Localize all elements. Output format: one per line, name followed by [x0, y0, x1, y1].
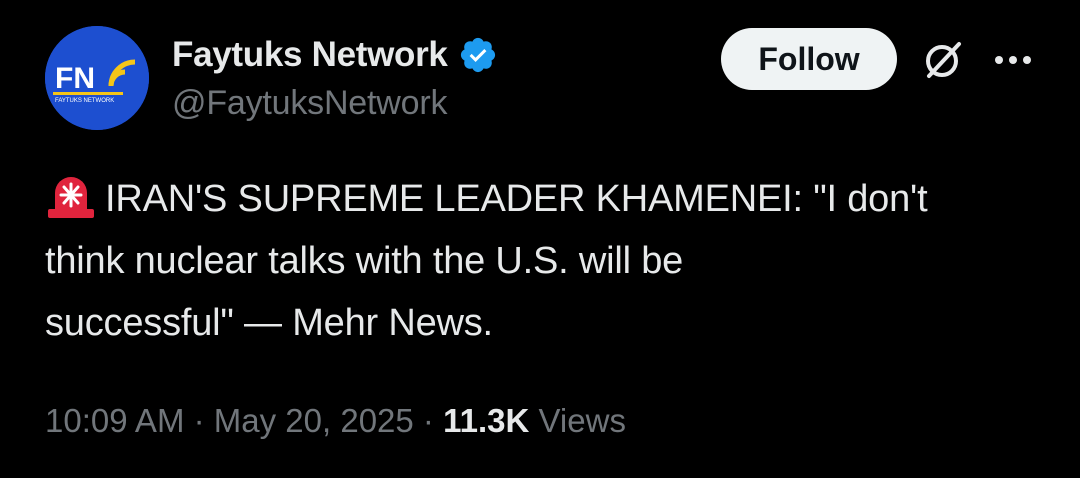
avatar-logo-text: FN — [55, 62, 95, 95]
tweet-date[interactable]: May 20, 2025 — [214, 402, 414, 439]
tweet-text-line-2: think nuclear talks with the U.S. will b… — [45, 240, 684, 282]
tweet-text-line-3: successful" — Mehr News. — [45, 302, 493, 344]
avatar[interactable]: FN FAYTUKS NETWORK — [45, 26, 149, 130]
tweet-time[interactable]: 10:09 AM — [45, 402, 184, 439]
views-count[interactable]: 11.3K — [443, 402, 529, 439]
tweet-text: IRAN'S SUPREME LEADER KHAMENEI: "I don't… — [45, 168, 1055, 354]
rotating-light-icon — [45, 171, 97, 221]
author-handle[interactable]: @FaytuksNetwork — [172, 84, 447, 123]
more-horizontal-icon[interactable] — [990, 50, 1036, 70]
tweet-meta: 10:09 AM · May 20, 2025 · 11.3K Views — [45, 402, 626, 440]
grok-icon[interactable] — [921, 38, 965, 82]
views-label: Views — [538, 402, 626, 439]
meta-separator: · — [193, 402, 205, 439]
avatar-logo-subtext: FAYTUKS NETWORK — [55, 98, 114, 104]
name-row: Faytuks Network — [172, 32, 498, 78]
tweet-text-line-1: IRAN'S SUPREME LEADER KHAMENEI: "I don't — [45, 168, 1055, 230]
verified-badge-icon — [458, 35, 498, 75]
display-name[interactable]: Faytuks Network — [172, 35, 448, 75]
follow-button[interactable]: Follow — [721, 28, 897, 90]
meta-separator: · — [422, 402, 434, 439]
tweet-text-line-1-content: IRAN'S SUPREME LEADER KHAMENEI: "I don't — [105, 178, 928, 220]
tweet-header: FN FAYTUKS NETWORK Faytuks Network @Fayt… — [45, 26, 1045, 132]
